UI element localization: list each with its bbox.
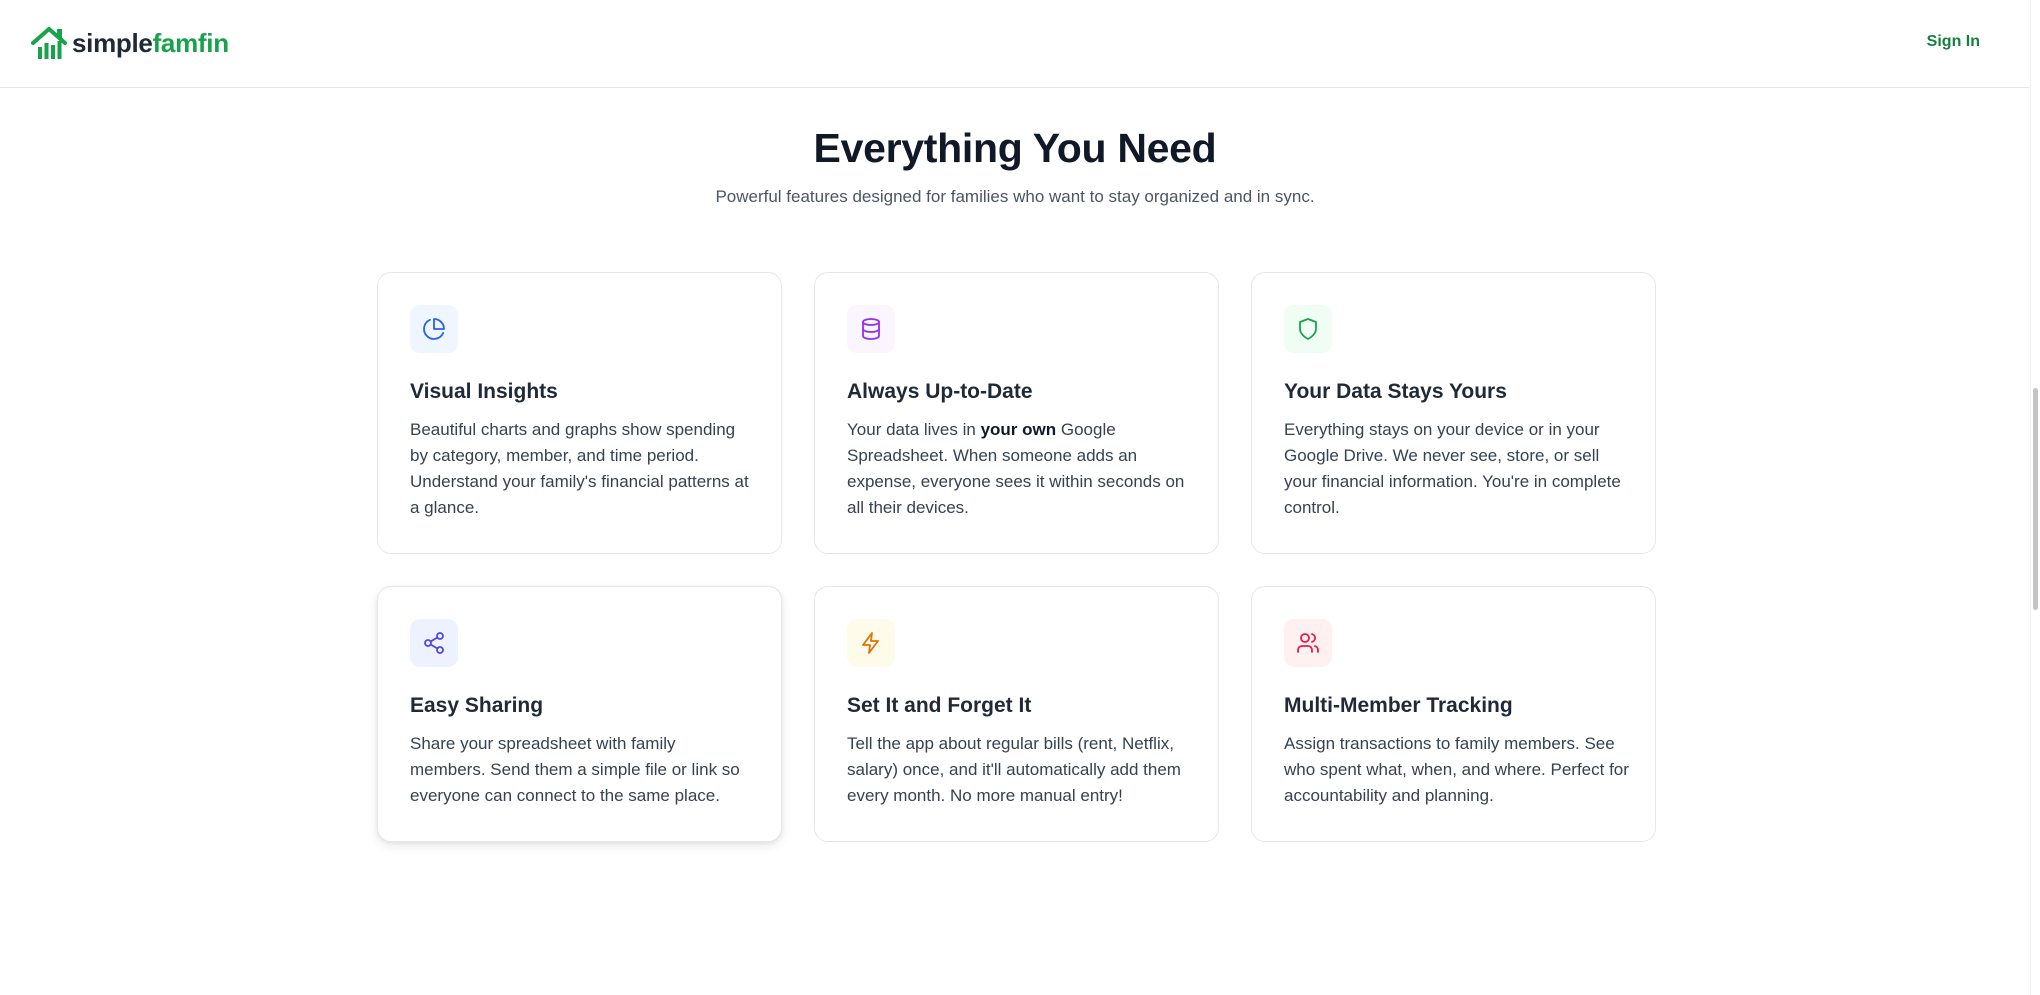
database-icon <box>862 318 880 340</box>
logo[interactable]: simplefamfin <box>30 24 229 62</box>
feature-card-always-up-to-date: Always Up-to-Date Your data lives in you… <box>814 272 1219 554</box>
logo-text-famfin: famfin <box>152 28 230 58</box>
feature-description: Everything stays on your device or in yo… <box>1284 420 1621 517</box>
feature-title: Easy Sharing <box>410 694 544 717</box>
feature-title: Visual Insights <box>410 380 558 403</box>
feature-icon-box <box>410 305 458 353</box>
feature-description: Tell the app about regular bills (rent, … <box>847 734 1181 805</box>
top-navbar: simplefamfin Sign In <box>0 0 2030 88</box>
feature-icon-box <box>847 305 895 353</box>
feature-title: Always Up-to-Date <box>847 380 1033 403</box>
feature-description: Beautiful charts and graphs show spendin… <box>410 420 749 517</box>
description-emphasis: your own <box>980 420 1057 439</box>
feature-title: Your Data Stays Yours <box>1284 380 1507 403</box>
lightning-icon <box>862 632 879 654</box>
sign-in-link[interactable]: Sign In <box>1927 30 1980 54</box>
feature-description: Your data lives in your own Google Sprea… <box>847 417 1192 521</box>
description-text: Your data lives in <box>847 420 981 439</box>
page-scrollbar[interactable] <box>2030 0 2040 995</box>
share-icon <box>424 632 444 654</box>
feature-card-easy-sharing: Easy Sharing Share your spreadsheet with… <box>377 586 782 842</box>
feature-icon-box <box>847 619 895 667</box>
house-chart-icon <box>31 27 67 59</box>
section-title: Everything You Need <box>813 125 1217 171</box>
feature-card-set-it-and-forget-it: Set It and Forget It Tell the app about … <box>814 586 1219 842</box>
feature-title: Multi-Member Tracking <box>1284 694 1513 717</box>
scrollbar-thumb[interactable] <box>2033 388 2038 610</box>
section-subtitle: Powerful features designed for families … <box>715 187 1315 206</box>
logo-wordmark: simplefamfin <box>72 24 229 62</box>
users-icon <box>1297 633 1319 653</box>
logo-text-simple: simple <box>72 28 153 58</box>
feature-icon-box <box>1284 305 1332 353</box>
feature-icon-box <box>410 619 458 667</box>
feature-description: Share your spreadsheet with family membe… <box>410 734 740 805</box>
feature-card-multi-member-tracking: Multi-Member Tracking Assign transaction… <box>1251 586 1656 842</box>
pie-chart-icon <box>423 318 445 340</box>
feature-description: Assign transactions to family members. S… <box>1284 734 1629 805</box>
feature-card-your-data-stays-yours: Your Data Stays Yours Everything stays o… <box>1251 272 1656 554</box>
feature-icon-box <box>1284 619 1332 667</box>
shield-icon <box>1299 318 1317 340</box>
feature-card-visual-insights: Visual Insights Beautiful charts and gra… <box>377 272 782 554</box>
feature-title: Set It and Forget It <box>847 694 1032 717</box>
